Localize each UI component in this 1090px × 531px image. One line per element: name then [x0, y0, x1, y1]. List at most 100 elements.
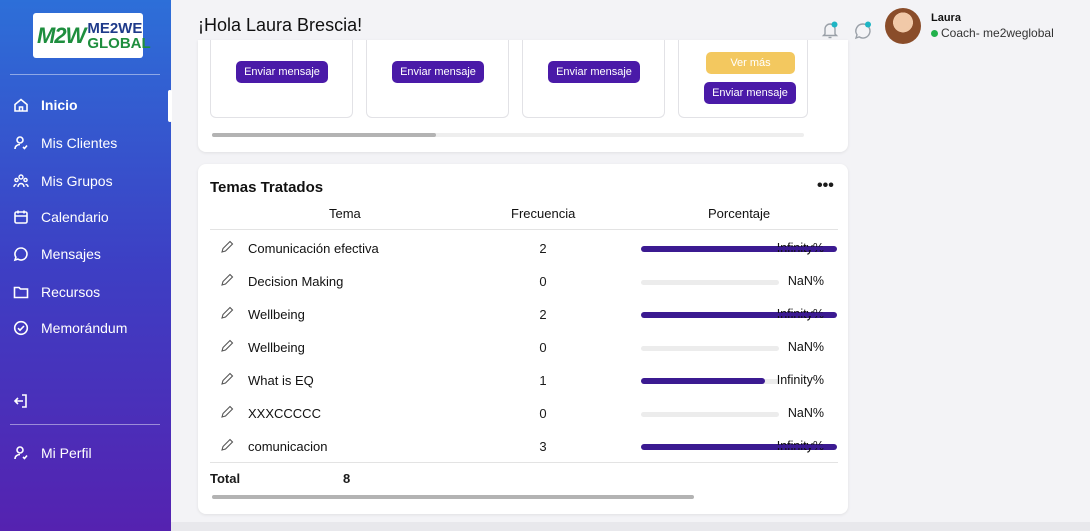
edit-pencil-icon[interactable] — [220, 405, 234, 419]
edit-pencil-icon[interactable] — [220, 306, 234, 320]
sidebar-item-label: Mi Perfil — [41, 445, 92, 461]
user-icon — [12, 134, 30, 152]
topic-frequency: 0 — [539, 406, 547, 421]
column-header-frequency: Frecuencia — [511, 206, 576, 221]
table-row: XXXCCCCC 0 NaN% — [198, 396, 848, 429]
sidebar-item-recursos[interactable]: Recursos — [12, 281, 100, 303]
folder-icon — [12, 283, 30, 301]
sidebar-item-mis-grupos[interactable]: Mis Grupos — [12, 170, 113, 192]
topic-frequency: 3 — [539, 439, 547, 454]
topic-name: Comunicación efectiva — [248, 241, 379, 256]
page-title: ¡Hola Laura Brescia! — [198, 15, 363, 35]
topic-name: What is EQ — [248, 373, 314, 388]
home-icon — [12, 96, 30, 114]
edit-pencil-icon[interactable] — [220, 240, 234, 254]
logo-mark: M2W — [37, 22, 86, 48]
sidebar-item-inicio[interactable]: Inicio — [12, 94, 78, 116]
client-card: Enviar mensaje — [366, 40, 509, 118]
client-card: Enviar mensaje — [210, 40, 353, 118]
sidebar-item-label: Mis Clientes — [41, 135, 118, 151]
edit-pencil-icon[interactable] — [220, 372, 234, 386]
active-indicator — [168, 90, 172, 122]
sidebar-item-mi-perfil[interactable]: Mi Perfil — [12, 442, 92, 464]
user-icon — [12, 444, 30, 462]
clients-card: Enviar mensaje Enviar mensaje Enviar men… — [198, 40, 848, 152]
sidebar-divider — [10, 424, 160, 425]
topic-percentage: Infinity% — [776, 439, 824, 453]
sidebar-item-label: Mensajes — [41, 246, 101, 262]
logo-line2: GLOBAL — [87, 34, 151, 52]
topic-name: Wellbeing — [248, 340, 305, 355]
send-message-button[interactable]: Enviar mensaje — [548, 61, 640, 83]
send-message-button[interactable]: Enviar mensaje — [392, 61, 484, 83]
see-more-button[interactable]: Ver más — [706, 52, 795, 74]
topic-percentage: Infinity% — [776, 307, 824, 321]
edit-pencil-icon[interactable] — [220, 339, 234, 353]
chat-icon — [12, 245, 30, 263]
horizontal-scrollbar[interactable] — [212, 495, 694, 499]
notification-bell-icon[interactable] — [820, 20, 840, 40]
table-row: Wellbeing 2 Infinity% — [198, 297, 848, 330]
group-icon — [12, 172, 30, 190]
total-label: Total — [210, 471, 241, 486]
sidebar-item-mis-clientes[interactable]: Mis Clientes — [12, 132, 117, 154]
sidebar-item-label: Inicio — [41, 97, 78, 113]
client-card: Enviar mensaje — [522, 40, 665, 118]
send-message-button[interactable]: Enviar mensaje — [704, 82, 796, 104]
topic-frequency: 2 — [539, 307, 547, 322]
total-value: 8 — [343, 471, 351, 486]
calendar-icon — [12, 208, 30, 226]
sidebar-item-label: Recursos — [41, 284, 101, 300]
horizontal-scrollbar[interactable] — [212, 133, 436, 137]
progress-track — [641, 280, 779, 285]
edit-pencil-icon[interactable] — [220, 438, 234, 452]
logout-icon — [12, 392, 30, 410]
topic-frequency: 0 — [539, 274, 547, 289]
table-row: What is EQ 1 Infinity% — [198, 363, 848, 396]
send-message-button[interactable]: Enviar mensaje — [236, 61, 328, 83]
topics-card: Temas Tratados ••• Tema Frecuencia Porce… — [198, 164, 848, 514]
sidebar-item-calendario[interactable]: Calendario — [12, 206, 109, 228]
messages-icon[interactable] — [853, 20, 873, 40]
app-logo[interactable]: M2W ME2WE GLOBAL — [33, 13, 151, 58]
logout-button[interactable] — [12, 390, 41, 412]
column-header-percentage: Porcentaje — [708, 206, 771, 221]
user-role: Coach- me2weglobal — [931, 26, 1054, 40]
progress-fill — [641, 378, 765, 384]
avatar[interactable] — [885, 8, 921, 44]
page-footer-band — [171, 522, 1090, 531]
sidebar-item-label: Calendario — [41, 209, 109, 225]
sidebar-item-mensajes[interactable]: Mensajes — [12, 243, 101, 265]
topic-percentage: NaN% — [787, 340, 824, 354]
sidebar-item-memorandum[interactable]: Memorándum — [12, 317, 127, 339]
topic-frequency: 1 — [539, 373, 547, 388]
user-name: Laura — [931, 12, 961, 24]
topic-name: Decision Making — [248, 274, 344, 289]
client-card: Ver más Enviar mensaje — [678, 40, 808, 118]
topic-frequency: 0 — [539, 340, 547, 355]
topic-percentage: Infinity% — [776, 241, 824, 255]
topic-frequency: 2 — [539, 241, 547, 256]
topic-name: comunicacion — [248, 439, 328, 454]
sidebar-divider — [10, 74, 160, 75]
topic-name: XXXCCCCC — [248, 406, 321, 421]
more-options-button[interactable]: ••• — [817, 177, 834, 195]
column-header-topic: Tema — [329, 206, 361, 221]
topic-percentage: NaN% — [787, 406, 824, 420]
user-role-label: Coach- me2weglobal — [941, 26, 1054, 40]
table-row: Comunicación efectiva 2 Infinity% — [198, 231, 848, 264]
progress-track — [641, 412, 779, 417]
logo-line1: ME2WE — [87, 19, 143, 37]
progress-track — [641, 346, 779, 351]
header-divider — [210, 229, 838, 230]
table-row: Wellbeing 0 NaN% — [198, 330, 848, 363]
total-divider — [210, 462, 838, 463]
table-row: Decision Making 0 NaN% — [198, 264, 848, 297]
topic-percentage: NaN% — [787, 274, 824, 288]
check-circle-icon — [12, 319, 30, 337]
sidebar-item-label: Mis Grupos — [41, 173, 113, 189]
edit-pencil-icon[interactable] — [220, 273, 234, 287]
table-row: comunicacion 3 Infinity% — [198, 429, 848, 462]
sidebar-item-label: Memorándum — [41, 320, 128, 336]
topic-percentage: Infinity% — [776, 373, 824, 387]
